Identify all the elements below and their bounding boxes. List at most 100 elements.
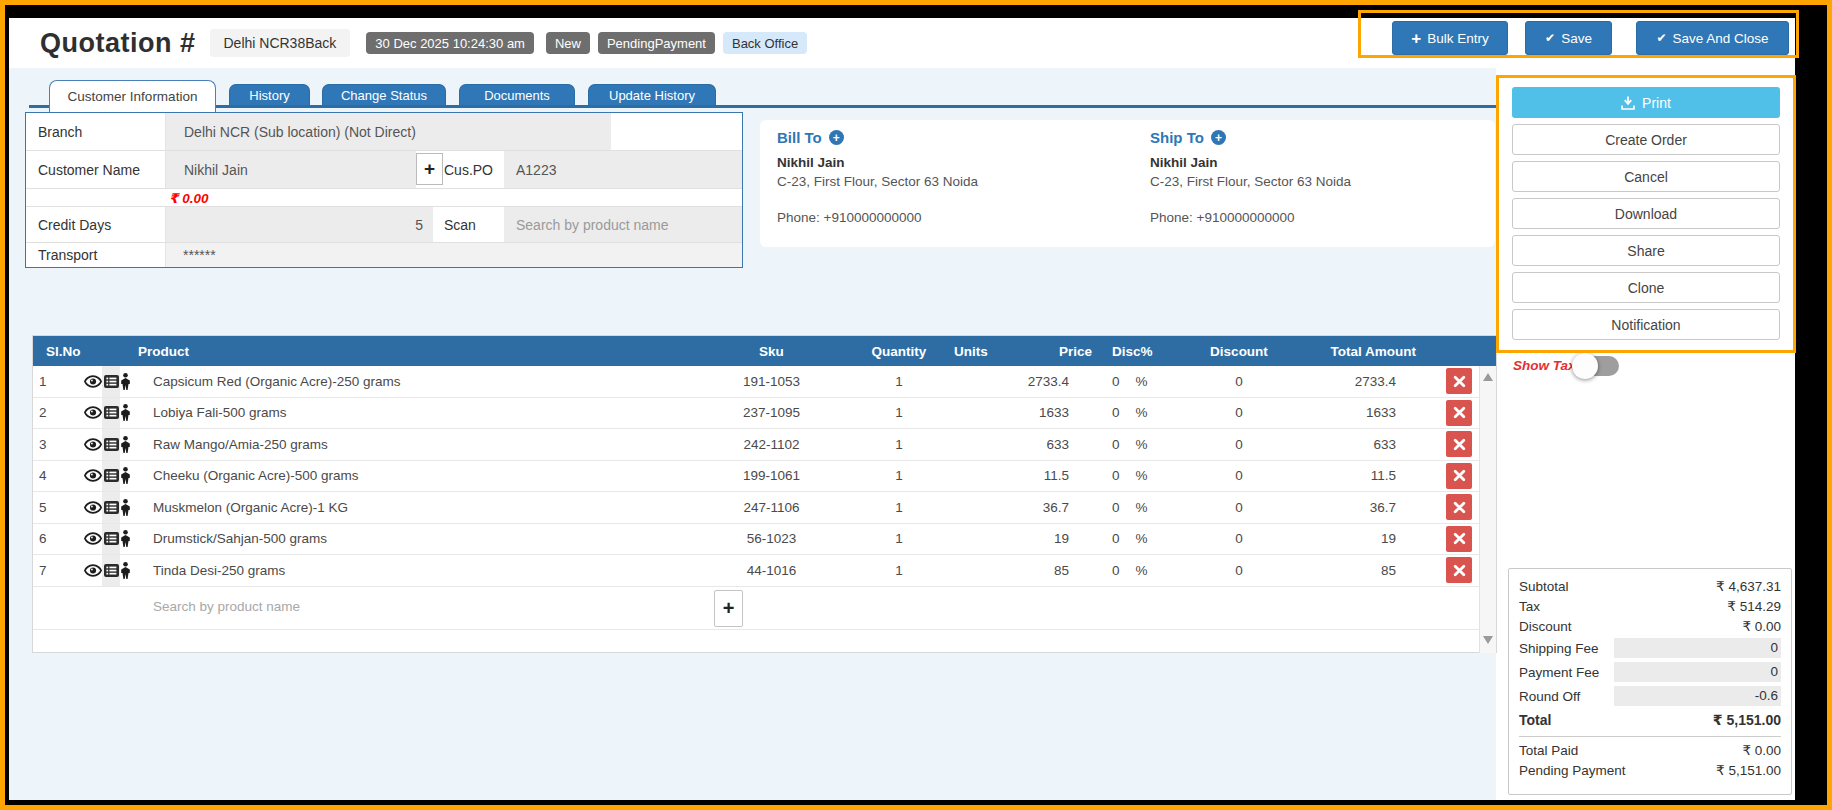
person-icon[interactable] bbox=[120, 436, 131, 453]
cell-quantity[interactable]: 1 bbox=[844, 531, 954, 546]
tab-customer-information[interactable]: Customer Information bbox=[49, 80, 216, 112]
print-button[interactable]: Print bbox=[1512, 87, 1780, 118]
cell-price[interactable]: 2733.4 bbox=[974, 374, 1094, 389]
person-icon[interactable] bbox=[120, 404, 131, 421]
tab-change-status[interactable]: Change Status bbox=[322, 84, 446, 105]
tab-documents[interactable]: Documents bbox=[459, 84, 575, 105]
delete-row-button[interactable] bbox=[1446, 400, 1472, 426]
notification-button[interactable]: Notification bbox=[1512, 309, 1780, 340]
delete-row-button[interactable] bbox=[1446, 431, 1472, 457]
cell-quantity[interactable]: 1 bbox=[844, 563, 954, 578]
person-icon[interactable] bbox=[120, 467, 131, 484]
cell-quantity[interactable]: 1 bbox=[844, 437, 954, 452]
cell-discount[interactable]: 0 bbox=[1174, 405, 1304, 420]
cell-quantity[interactable]: 1 bbox=[844, 374, 954, 389]
eye-icon[interactable] bbox=[84, 531, 102, 546]
show-tax-toggle[interactable] bbox=[1575, 356, 1619, 376]
summary-value[interactable]: 0 bbox=[1614, 638, 1781, 658]
summary-value[interactable]: 0 bbox=[1614, 662, 1781, 682]
cell-disc[interactable]: 0% bbox=[1094, 531, 1174, 546]
delete-row-button[interactable] bbox=[1446, 526, 1472, 552]
cell-discount[interactable]: 0 bbox=[1174, 374, 1304, 389]
share-button[interactable]: Share bbox=[1512, 235, 1780, 266]
clone-button[interactable]: Clone bbox=[1512, 272, 1780, 303]
cell-quantity[interactable]: 1 bbox=[844, 468, 954, 483]
cell-price[interactable]: 1633 bbox=[974, 405, 1094, 420]
cell-price[interactable]: 36.7 bbox=[974, 500, 1094, 515]
col-disc: Disc% bbox=[1094, 344, 1174, 359]
cuspo-input[interactable]: A1223 bbox=[504, 151, 742, 188]
summary-row: Total Paid₹ 0.00 bbox=[1519, 740, 1781, 760]
cell-disc[interactable]: 0% bbox=[1094, 500, 1174, 515]
eye-icon[interactable] bbox=[84, 437, 102, 452]
details-icon[interactable] bbox=[104, 406, 119, 419]
cell-disc[interactable]: 0% bbox=[1094, 374, 1174, 389]
delete-row-button[interactable] bbox=[1446, 463, 1472, 489]
summary-row: Tax₹ 514.29 bbox=[1519, 596, 1781, 616]
add-ship-address-icon[interactable]: + bbox=[1211, 130, 1226, 145]
delete-row-button[interactable] bbox=[1446, 557, 1472, 583]
cell-price[interactable]: 11.5 bbox=[974, 468, 1094, 483]
cancel-button[interactable]: Cancel bbox=[1512, 161, 1780, 192]
cell-disc[interactable]: 0% bbox=[1094, 437, 1174, 452]
cell-discount[interactable]: 0 bbox=[1174, 531, 1304, 546]
details-icon[interactable] bbox=[104, 375, 119, 388]
tab-history[interactable]: History bbox=[229, 84, 310, 105]
customer-balance: ₹ 0.00 bbox=[169, 189, 208, 206]
add-bill-address-icon[interactable]: + bbox=[829, 130, 844, 145]
person-icon[interactable] bbox=[120, 499, 131, 516]
tab-update-history[interactable]: Update History bbox=[588, 84, 716, 105]
cell-disc[interactable]: 0% bbox=[1094, 563, 1174, 578]
cell-price[interactable]: 633 bbox=[974, 437, 1094, 452]
date-badge: 30 Dec 2025 10:24:30 am bbox=[366, 32, 534, 54]
person-icon[interactable] bbox=[120, 562, 131, 579]
add-product-button[interactable]: + bbox=[714, 590, 743, 627]
summary-row: Round Off-0.6 bbox=[1519, 684, 1781, 708]
delete-row-button[interactable] bbox=[1446, 368, 1472, 394]
save-and-close-button[interactable]: ✔Save And Close bbox=[1636, 21, 1789, 55]
bill-to-section: Bill To+ Nikhil Jain C-23, First Flour, … bbox=[777, 120, 1147, 225]
eye-icon[interactable] bbox=[84, 563, 102, 578]
details-icon[interactable] bbox=[104, 438, 119, 451]
eye-icon[interactable] bbox=[84, 374, 102, 389]
cell-quantity[interactable]: 1 bbox=[844, 405, 954, 420]
credit-days-input[interactable]: 5 bbox=[166, 207, 433, 242]
cell-discount[interactable]: 0 bbox=[1174, 468, 1304, 483]
table-scrollbar[interactable] bbox=[1479, 366, 1496, 653]
branch-input[interactable]: Delhi NCR (Sub location) (Not Direct) bbox=[166, 113, 611, 150]
eye-icon[interactable] bbox=[84, 500, 102, 515]
col-slno: Sl.No bbox=[33, 344, 84, 359]
person-icon[interactable] bbox=[120, 373, 131, 390]
scroll-up-icon[interactable] bbox=[1483, 373, 1493, 381]
plus-icon: + bbox=[1411, 30, 1421, 47]
cell-quantity[interactable]: 1 bbox=[844, 500, 954, 515]
cell-discount[interactable]: 0 bbox=[1174, 500, 1304, 515]
eye-icon[interactable] bbox=[84, 468, 102, 483]
eye-icon[interactable] bbox=[84, 405, 102, 420]
cell-discount[interactable]: 0 bbox=[1174, 437, 1304, 452]
add-customer-button[interactable]: + bbox=[416, 153, 443, 185]
cell-disc[interactable]: 0% bbox=[1094, 405, 1174, 420]
cell-price[interactable]: 19 bbox=[974, 531, 1094, 546]
save-button[interactable]: ✔Save bbox=[1525, 21, 1612, 55]
cell-discount[interactable]: 0 bbox=[1174, 563, 1304, 578]
details-icon[interactable] bbox=[104, 501, 119, 514]
details-icon[interactable] bbox=[104, 532, 119, 545]
summary-row: Shipping Fee0 bbox=[1519, 636, 1781, 660]
details-icon[interactable] bbox=[104, 469, 119, 482]
cell-price[interactable]: 85 bbox=[974, 563, 1094, 578]
delete-row-button[interactable] bbox=[1446, 494, 1472, 520]
customer-name-input[interactable]: Nikhil Jain bbox=[166, 151, 416, 188]
details-icon[interactable] bbox=[104, 564, 119, 577]
bulk-entry-button[interactable]: +Bulk Entry bbox=[1392, 21, 1508, 55]
page-title: Quotation # bbox=[40, 28, 196, 59]
transport-input[interactable]: ****** bbox=[166, 243, 742, 267]
download-button[interactable]: Download bbox=[1512, 198, 1780, 229]
scan-input[interactable]: Search by product name bbox=[504, 207, 742, 242]
cell-disc[interactable]: 0% bbox=[1094, 468, 1174, 483]
product-search-input[interactable]: Search by product name bbox=[153, 599, 300, 614]
person-icon[interactable] bbox=[120, 530, 131, 547]
summary-value[interactable]: -0.6 bbox=[1614, 686, 1781, 706]
create-order-button[interactable]: Create Order bbox=[1512, 124, 1780, 155]
scroll-down-icon[interactable] bbox=[1483, 636, 1493, 644]
